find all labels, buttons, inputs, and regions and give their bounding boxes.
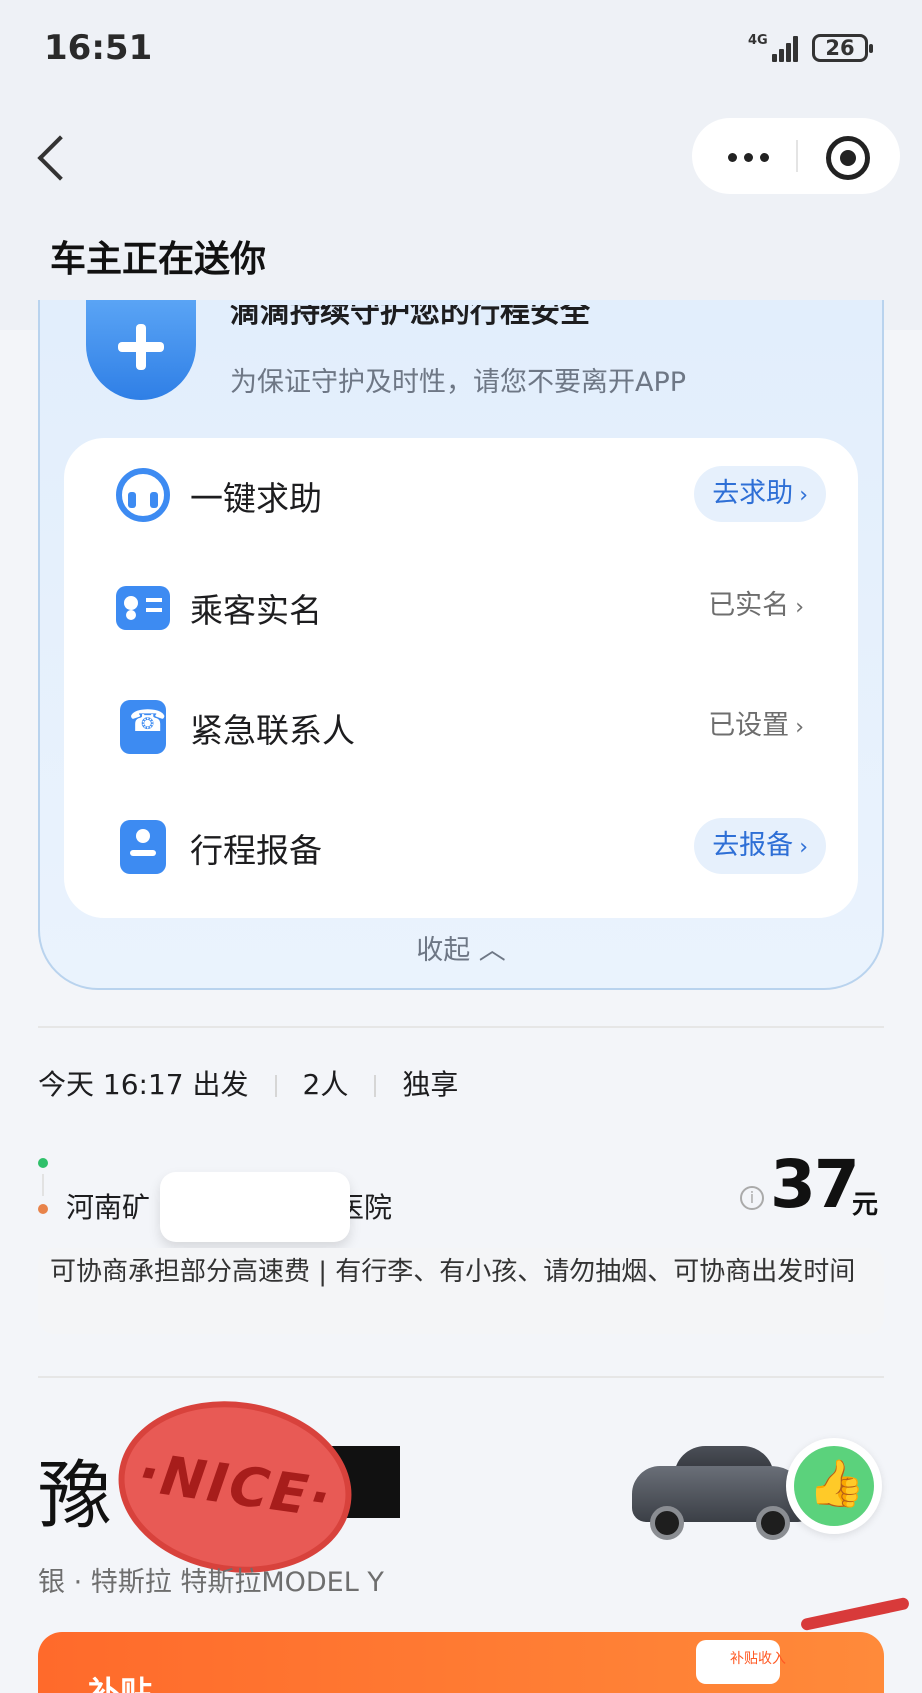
route-line (42, 1174, 44, 1196)
capsule-divider (796, 140, 798, 172)
start-dot (38, 1158, 48, 1168)
end-dot (38, 1204, 48, 1214)
license-plate: 豫 (38, 1453, 112, 1539)
safety-subtitle: 为保证守护及时性，请您不要离开APP (230, 367, 687, 398)
ride-mode: 独享 (402, 1068, 459, 1101)
safety-item-label: 紧急联系人 (190, 711, 355, 750)
status-time: 16:51 (44, 28, 153, 68)
mini-program-capsule (692, 118, 900, 194)
signal-icon (772, 34, 802, 62)
page-title: 车主正在送你 (50, 239, 267, 280)
safety-item-report[interactable]: 行程报备 去报备 › (116, 806, 826, 886)
nice-sticker: ·NICE· (107, 1386, 363, 1588)
chevron-right-icon: › (799, 483, 808, 508)
safety-item-realname[interactable]: 乘客实名 已实名 › (116, 566, 826, 646)
chevron-right-icon: › (799, 835, 808, 860)
divider (38, 1376, 884, 1378)
emergency-contact-status[interactable]: 已设置 › (708, 698, 826, 754)
red-scribble (799, 1596, 911, 1632)
divider (38, 1026, 884, 1028)
trip-note: 可协商承担部分高速费 | 有行李、有小孩、请勿抽烟、可协商出发时间 (38, 1248, 884, 1334)
help-button[interactable]: 去求助 › (694, 466, 826, 522)
destination-prefix: 河南矿 (66, 1191, 151, 1224)
status-bar: 16:51 4G 26 (0, 0, 922, 100)
collapse-button[interactable]: 收起 ︿ (0, 928, 922, 967)
more-button[interactable] (692, 118, 796, 194)
battery-icon: 26 (812, 34, 873, 62)
back-button[interactable] (32, 132, 72, 182)
price-value: 37 (770, 1146, 860, 1223)
info-icon[interactable]: i (740, 1186, 764, 1210)
realname-status[interactable]: 已实名 › (708, 578, 826, 634)
trip-meta: 今天 16:17 出发 2人 独享 (38, 1063, 458, 1103)
car-description: 银 · 特斯拉 特斯拉MODEL Y (38, 1567, 384, 1598)
price-unit: 元 (852, 1190, 879, 1220)
redaction-overlay (160, 1172, 350, 1242)
chevron-right-icon: › (795, 715, 804, 740)
bonus-banner-text: 补贴 (88, 1674, 153, 1693)
thumbs-up-icon[interactable] (786, 1438, 882, 1534)
bonus-tag-label: 补贴收入 (730, 1651, 786, 1667)
safety-item-emergency-contact[interactable]: 紧急联系人 已设置› (116, 686, 826, 766)
phone-icon (120, 700, 166, 754)
safety-item-help[interactable]: 一键求助 去求助 › (116, 454, 826, 534)
chevron-up-icon: ︿ (478, 935, 506, 966)
departure-time: 今天 16:17 出发 (38, 1068, 249, 1101)
safety-list: 一键求助 去求助› 乘客实名 已实名› 紧急联系人 已设置› 行程报备 去报备› (64, 438, 858, 918)
safety-headline[interactable]: 滴滴持续守护您的行程安全 (230, 305, 590, 335)
id-card-icon (116, 586, 170, 630)
chevron-right-icon: › (795, 595, 804, 620)
report-button[interactable]: 去报备 › (694, 818, 826, 874)
close-mini-program-button[interactable] (826, 136, 870, 180)
report-icon (120, 820, 166, 874)
safety-item-label: 一键求助 (190, 479, 322, 518)
network-type: 4G (748, 33, 768, 48)
safety-item-label: 乘客实名 (190, 591, 322, 630)
headset-icon (116, 468, 170, 522)
passenger-count: 2人 (302, 1068, 349, 1101)
safety-item-label: 行程报备 (190, 831, 322, 870)
